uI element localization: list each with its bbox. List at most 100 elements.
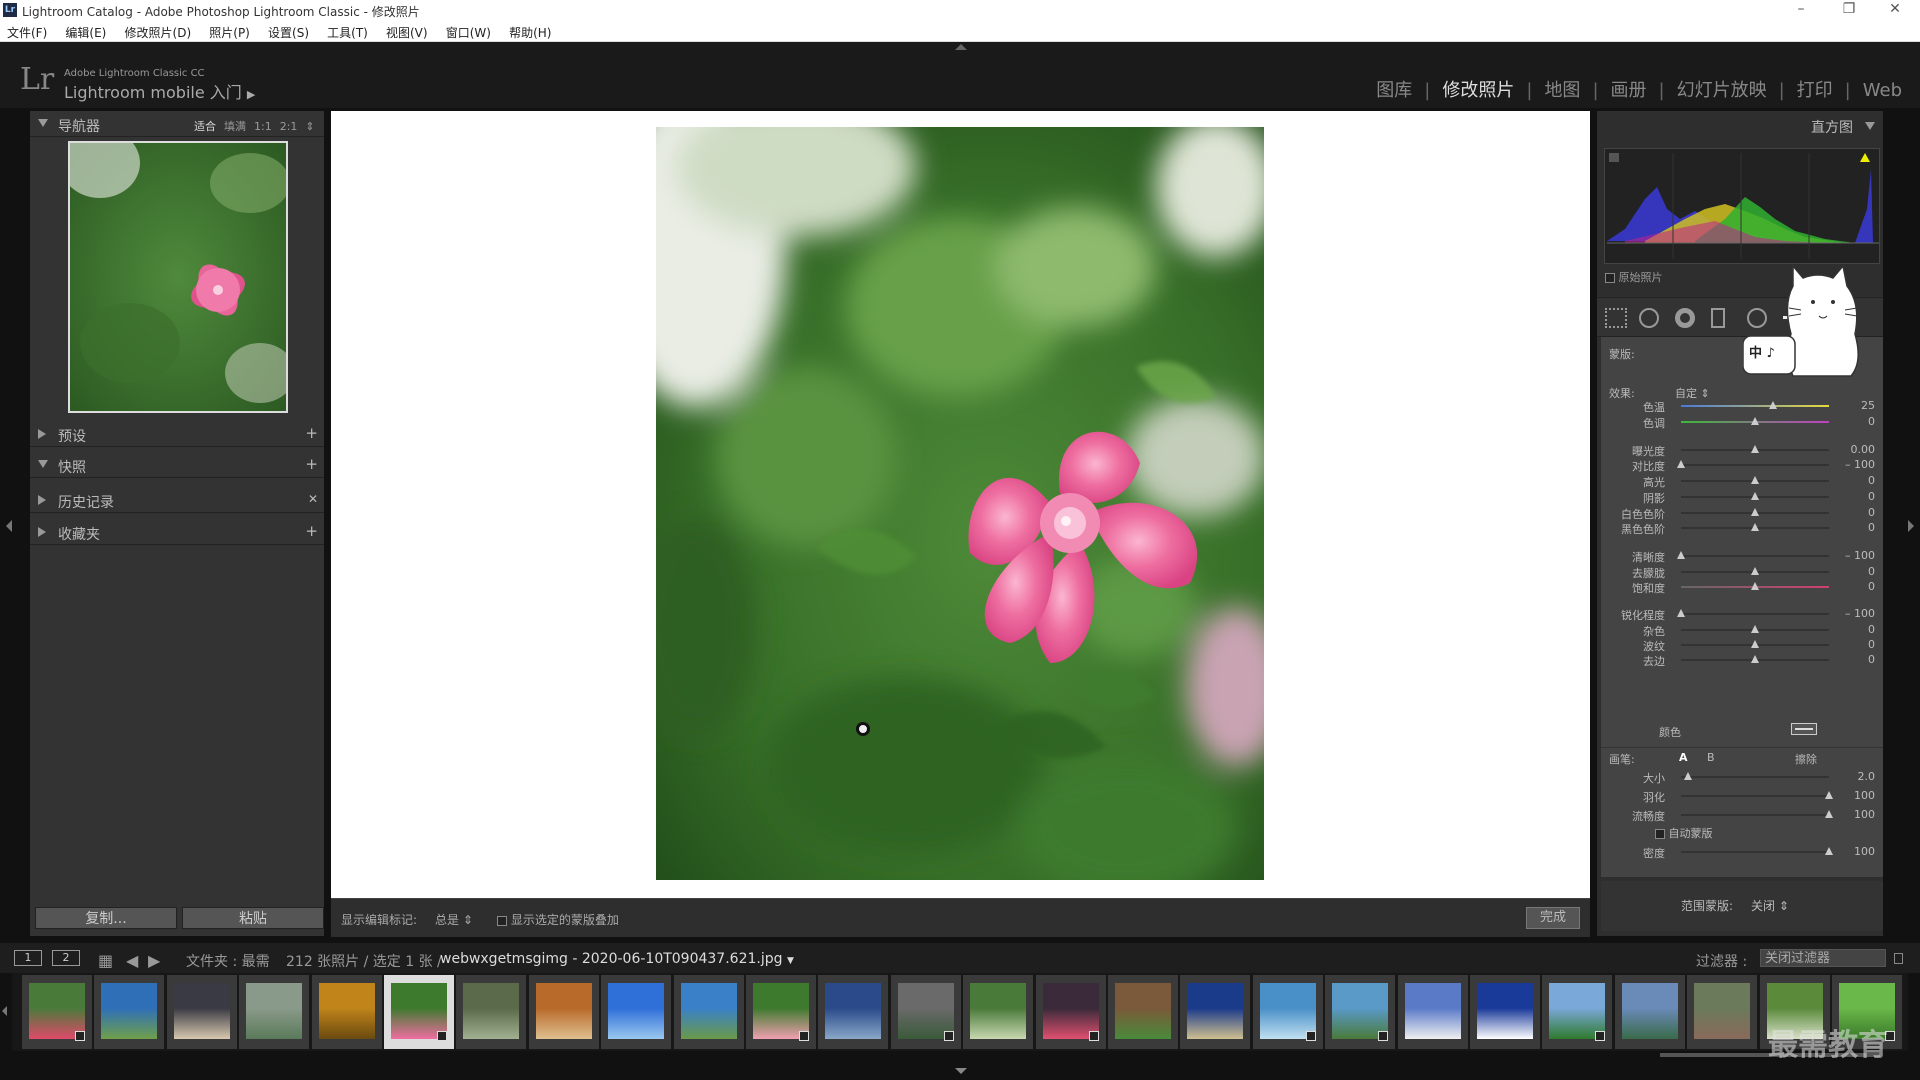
- navigator-header[interactable]: 导航器 适合 填满 1:1 2:1 ⇕: [30, 111, 324, 137]
- module-map[interactable]: 地图: [1542, 76, 1582, 102]
- filmstrip-thumbnail[interactable]: [239, 975, 310, 1049]
- adjust-slider[interactable]: 波纹 0: [1601, 638, 1883, 653]
- presets-header[interactable]: 预设 +: [30, 421, 324, 447]
- filmstrip-thumbnail[interactable]: [1035, 975, 1106, 1049]
- filmstrip-thumbnail[interactable]: [1687, 975, 1758, 1049]
- source-label[interactable]: 文件夹 : 最需: [186, 951, 270, 971]
- back-arrow-icon[interactable]: ◀: [126, 951, 138, 970]
- slider-value[interactable]: 0: [1868, 653, 1875, 666]
- color-swatch[interactable]: [1791, 723, 1817, 735]
- filmstrip-thumbnail[interactable]: [166, 975, 237, 1049]
- edit-pin[interactable]: [856, 722, 870, 736]
- overlay-checkbox[interactable]: [497, 915, 507, 926]
- original-photo-toggle[interactable]: 原始照片: [1605, 269, 1663, 285]
- flow-slider[interactable]: 流畅度 100: [1601, 808, 1883, 823]
- overlay-toggle[interactable]: 显示选定的蒙版叠加: [497, 911, 619, 928]
- filter-select[interactable]: 关闭过滤器: [1760, 949, 1886, 967]
- menu-tools[interactable]: 工具(T): [320, 21, 375, 41]
- menu-help[interactable]: 帮助(H): [502, 21, 558, 41]
- filmstrip-thumbnail[interactable]: [818, 975, 889, 1049]
- filmstrip-scroll-left-icon[interactable]: [2, 1006, 7, 1016]
- slider-value[interactable]: 0: [1868, 474, 1875, 487]
- menu-file[interactable]: 文件(F): [0, 21, 54, 41]
- collapse-bottom-arrow-icon[interactable]: [955, 1068, 967, 1074]
- slider-value[interactable]: 25: [1861, 399, 1875, 412]
- slider-value[interactable]: 0: [1868, 506, 1875, 519]
- slider-thumb[interactable]: [1751, 476, 1759, 484]
- density-value[interactable]: 100: [1854, 845, 1875, 858]
- adjust-slider[interactable]: 清晰度 – 100: [1601, 549, 1883, 564]
- slider-thumb[interactable]: [1768, 401, 1777, 409]
- filter-lock-icon[interactable]: [1894, 953, 1903, 964]
- adjust-slider[interactable]: 黑色色阶 0: [1601, 521, 1883, 536]
- close-icon[interactable]: ✕: [1880, 1, 1910, 17]
- adjust-slider[interactable]: 锐化程度 – 100: [1601, 607, 1883, 622]
- filmstrip-thumbnail[interactable]: [1397, 975, 1468, 1049]
- slider-thumb[interactable]: [1751, 445, 1759, 453]
- mobile-start-link[interactable]: Lightroom mobile 入门 ▶: [64, 79, 255, 103]
- slider-value[interactable]: – 100: [1845, 458, 1875, 471]
- adjust-slider[interactable]: 白色色阶 0: [1601, 506, 1883, 521]
- zoom-2-1[interactable]: 2:1: [276, 120, 302, 133]
- minimize-icon[interactable]: –: [1786, 1, 1816, 17]
- navigator-preview[interactable]: [60, 128, 295, 413]
- slider-value[interactable]: 0: [1868, 580, 1875, 593]
- size-slider[interactable]: 大小 2.0: [1601, 770, 1883, 785]
- slider-thumb[interactable]: [1751, 492, 1759, 500]
- slider-value[interactable]: 0: [1868, 638, 1875, 651]
- slider-value[interactable]: 0: [1868, 415, 1875, 428]
- histogram[interactable]: [1604, 148, 1880, 264]
- slider-value[interactable]: – 100: [1845, 607, 1875, 620]
- filmstrip-thumbnail[interactable]: [1614, 975, 1685, 1049]
- snapshots-header[interactable]: 快照 +: [30, 452, 324, 478]
- collections-header[interactable]: 收藏夹 +: [30, 519, 324, 545]
- slider-thumb[interactable]: [1825, 810, 1833, 818]
- adjust-slider[interactable]: 曝光度 0.00: [1601, 443, 1883, 458]
- filmstrip-thumbnail[interactable]: [746, 975, 816, 1049]
- slider-thumb[interactable]: [1751, 417, 1759, 425]
- flow-value[interactable]: 100: [1854, 808, 1875, 821]
- zoom-1-1[interactable]: 1:1: [250, 120, 276, 133]
- module-book[interactable]: 画册: [1609, 76, 1649, 102]
- copy-button[interactable]: 复制...: [35, 907, 177, 929]
- filmstrip-thumbnail[interactable]: [384, 975, 454, 1049]
- slider-thumb[interactable]: [1751, 508, 1759, 516]
- zoom-stepper-icon[interactable]: ⇕: [301, 120, 318, 133]
- adjust-slider[interactable]: 杂色 0: [1601, 623, 1883, 638]
- slider-thumb[interactable]: [1677, 551, 1685, 559]
- add-snapshot-icon[interactable]: +: [305, 455, 318, 473]
- adjust-slider[interactable]: 饱和度 0: [1601, 580, 1883, 595]
- module-library[interactable]: 图库: [1374, 76, 1414, 102]
- slider-value[interactable]: 0: [1868, 623, 1875, 636]
- slider-thumb[interactable]: [1751, 567, 1759, 575]
- menu-develop[interactable]: 修改照片(D): [118, 21, 199, 41]
- filmstrip-thumbnail[interactable]: [601, 975, 672, 1049]
- feather-value[interactable]: 100: [1854, 789, 1875, 802]
- density-slider[interactable]: 密度 100: [1601, 845, 1883, 860]
- paste-button[interactable]: 粘贴: [182, 907, 324, 929]
- filmstrip-thumbnail[interactable]: [1252, 975, 1323, 1049]
- filmstrip-thumbnail[interactable]: [1108, 975, 1178, 1049]
- slider-value[interactable]: 0: [1868, 565, 1875, 578]
- adjust-slider[interactable]: 去边 0: [1601, 653, 1883, 668]
- slider-thumb[interactable]: [1751, 625, 1759, 633]
- menu-edit[interactable]: 编辑(E): [58, 21, 113, 41]
- adjust-slider[interactable]: 阴影 0: [1601, 490, 1883, 505]
- filmstrip-thumbnail[interactable]: [1180, 975, 1251, 1049]
- filmstrip-thumbnail[interactable]: [1470, 975, 1540, 1049]
- slider-value[interactable]: 0: [1868, 521, 1875, 534]
- brush-erase-tab[interactable]: 擦除: [1795, 751, 1817, 767]
- feather-slider[interactable]: 羽化 100: [1601, 789, 1883, 804]
- menu-photo[interactable]: 照片(P): [202, 21, 257, 41]
- automask-toggle[interactable]: 自动蒙版: [1655, 825, 1713, 841]
- add-collection-icon[interactable]: +: [305, 522, 318, 540]
- filmstrip-thumbnail[interactable]: [456, 975, 527, 1049]
- red-eye-icon[interactable]: [1675, 308, 1695, 328]
- add-preset-icon[interactable]: +: [305, 424, 318, 442]
- filmstrip-thumbnail[interactable]: [890, 975, 961, 1049]
- slider-thumb[interactable]: [1677, 460, 1685, 468]
- original-photo-checkbox[interactable]: [1605, 273, 1615, 283]
- filmstrip-thumbnail[interactable]: [963, 975, 1034, 1049]
- ime-mascot[interactable]: 中 ♪: [1742, 263, 1873, 378]
- menu-window[interactable]: 窗口(W): [439, 21, 498, 41]
